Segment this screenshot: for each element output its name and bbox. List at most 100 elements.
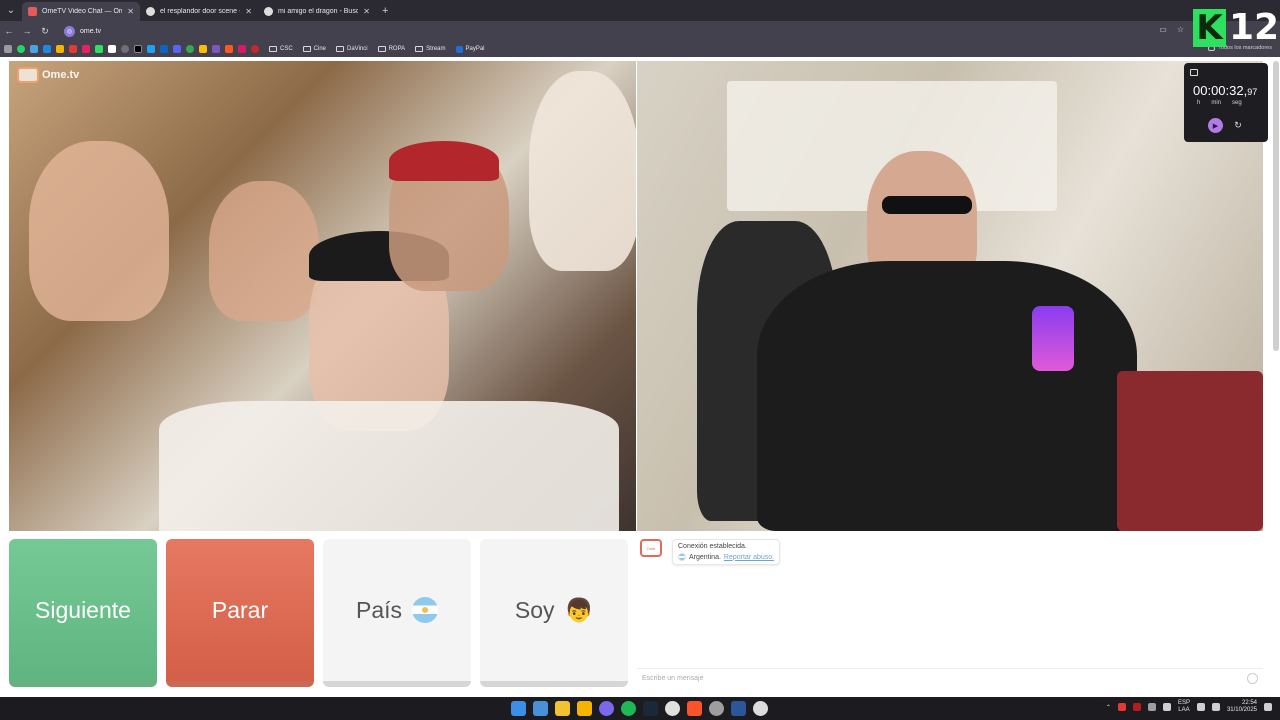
clock-date: 31/10/2025 xyxy=(1226,707,1257,713)
next-button[interactable]: Siguiente xyxy=(9,539,157,687)
stop-button[interactable]: Parar xyxy=(166,539,314,687)
tab-resplandor[interactable]: el resplandor door scene - Bus ✕ xyxy=(140,2,258,21)
cast-icon[interactable]: ▭ xyxy=(1159,25,1167,34)
show-hidden-icons[interactable]: ⌃ xyxy=(1106,704,1111,711)
language-code: ESP xyxy=(1177,700,1190,706)
brave-icon[interactable] xyxy=(687,701,702,716)
tray-app-icon[interactable] xyxy=(1117,703,1126,711)
emoji-picker-icon[interactable] xyxy=(1247,673,1258,684)
steam-icon[interactable] xyxy=(643,701,658,716)
bookmark-icon[interactable] xyxy=(225,45,233,53)
bookmark-folder-cine[interactable]: Cine xyxy=(302,46,326,52)
play-icon[interactable]: ▶ xyxy=(1208,118,1223,133)
tab-strip: ⌄ OmeTV Video Chat — Ome ✕ el resplandor… xyxy=(0,0,1280,21)
close-tab-icon[interactable]: ✕ xyxy=(127,7,134,16)
bookmark-folder-davinci[interactable]: DaVinci xyxy=(336,46,368,52)
clock[interactable]: 22:54 31/10/2025 xyxy=(1227,700,1257,714)
chrome-icon[interactable] xyxy=(665,701,680,716)
ometv-tv-icon xyxy=(17,67,39,83)
file-explorer-icon[interactable] xyxy=(577,701,592,716)
tab-dragon[interactable]: mi amigo el dragon - Buscar c ✕ xyxy=(258,2,376,21)
threads-icon[interactable] xyxy=(121,45,129,53)
site-info-icon[interactable]: ◎ xyxy=(64,26,75,37)
network-icon[interactable] xyxy=(1196,703,1205,711)
url-text[interactable]: ome.tv xyxy=(80,28,101,35)
notifications-icon[interactable] xyxy=(1264,703,1272,711)
apps-icon[interactable] xyxy=(4,45,12,53)
bookmark-icon[interactable] xyxy=(82,45,90,53)
whatsapp-icon[interactable] xyxy=(17,45,25,53)
desk-mat xyxy=(1117,371,1263,531)
app-icon[interactable] xyxy=(753,701,768,716)
obs-icon[interactable] xyxy=(709,701,724,716)
youtube-icon[interactable] xyxy=(69,45,77,53)
reload-icon[interactable]: ↻ xyxy=(36,26,54,37)
microphone-icon[interactable] xyxy=(1162,703,1171,711)
close-tab-icon[interactable]: ✕ xyxy=(245,7,252,16)
tiktok-icon[interactable] xyxy=(108,45,116,53)
picture-in-picture-icon[interactable] xyxy=(1190,69,1198,76)
bookmark-icon[interactable] xyxy=(43,45,51,53)
windows-start-icon[interactable] xyxy=(511,701,526,716)
bookmark-icon[interactable] xyxy=(251,45,259,53)
self-video xyxy=(637,61,1263,531)
bookmark-icon[interactable] xyxy=(199,45,207,53)
language-indicator[interactable]: ESP LAA xyxy=(1178,700,1190,714)
message-bubble: Conexión establecida. Argentina. Reporta… xyxy=(672,539,781,565)
bookmark-paypal[interactable]: PayPal xyxy=(455,45,485,53)
folder-icon xyxy=(415,46,424,52)
bookmark-folder-ropa[interactable]: ROPA xyxy=(377,46,406,52)
kick-icon[interactable] xyxy=(95,45,103,53)
address-bar[interactable]: ◎ ome.tv xyxy=(60,24,1140,39)
report-abuse-link[interactable]: Reportar abuso. xyxy=(724,554,774,561)
bookmark-icon[interactable] xyxy=(56,45,64,53)
country-button[interactable]: País xyxy=(323,539,471,687)
tab-ometv[interactable]: OmeTV Video Chat — Ome ✕ xyxy=(22,2,140,21)
forward-icon[interactable]: → xyxy=(18,26,36,36)
volume-icon[interactable] xyxy=(1211,703,1220,711)
navigation-bar: ← → ↻ ◎ ome.tv ▭ ☆ xyxy=(0,21,1280,41)
folder-label: Stream xyxy=(426,46,446,52)
linkedin-icon[interactable] xyxy=(160,45,168,53)
x-icon[interactable] xyxy=(134,45,142,53)
bookmark-icon[interactable] xyxy=(238,45,246,53)
partner-country: Argentina. xyxy=(689,553,721,561)
folder-label: CSC xyxy=(280,46,293,52)
bookmark-icon[interactable] xyxy=(212,45,220,53)
folder-label: ROPA xyxy=(388,46,406,52)
stop-button-label: Parar xyxy=(211,596,269,623)
back-icon[interactable]: ← xyxy=(0,26,18,36)
bookmark-folder-stream[interactable]: Stream xyxy=(415,46,446,52)
tray-app-icon[interactable] xyxy=(1147,703,1156,711)
tab-title: OmeTV Video Chat — Ome xyxy=(42,8,123,15)
system-message: Ome Conexión establecida. Argentina. Rep… xyxy=(640,539,781,565)
sticky-notes-icon[interactable] xyxy=(555,701,570,716)
discord-icon[interactable] xyxy=(599,701,614,716)
logo-number: 12 xyxy=(1229,7,1280,48)
message-input[interactable]: Escribe un mensaje xyxy=(637,668,1263,688)
system-tray: ⌃ ESP LAA 22:54 31/10/2025 xyxy=(1106,700,1272,714)
tray-app-icon[interactable] xyxy=(1132,703,1141,711)
bookmark-icon[interactable] xyxy=(30,45,38,53)
taskbar-apps xyxy=(511,701,768,716)
bookmark-icon[interactable] xyxy=(147,45,155,53)
video-person xyxy=(29,141,169,321)
tab-list-icon[interactable]: ⌄ xyxy=(0,0,22,21)
spotify-icon[interactable] xyxy=(621,701,636,716)
bookmark-folder-csc[interactable]: CSC xyxy=(269,46,293,52)
bookmark-star-icon[interactable]: ☆ xyxy=(1177,25,1184,34)
word-icon[interactable] xyxy=(731,701,746,716)
ometv-watermark: Ome.tv xyxy=(17,67,79,83)
reset-icon[interactable]: ↻ xyxy=(1232,120,1244,132)
page-scrollbar[interactable] xyxy=(1273,61,1279,351)
time-fraction: 97 xyxy=(1247,87,1258,97)
gender-button[interactable]: Soy 👦 xyxy=(480,539,628,687)
new-tab-button[interactable]: + xyxy=(382,5,388,17)
folder-icon xyxy=(377,46,386,52)
video-person xyxy=(209,181,319,321)
close-tab-icon[interactable]: ✕ xyxy=(363,7,370,16)
ometv-page: Ome.tv Siguiente Parar País Soy 👦 Ome Co… xyxy=(0,57,1280,697)
bookmark-icon[interactable] xyxy=(186,45,194,53)
widgets-icon[interactable] xyxy=(533,701,548,716)
bookmark-icon[interactable] xyxy=(173,45,181,53)
